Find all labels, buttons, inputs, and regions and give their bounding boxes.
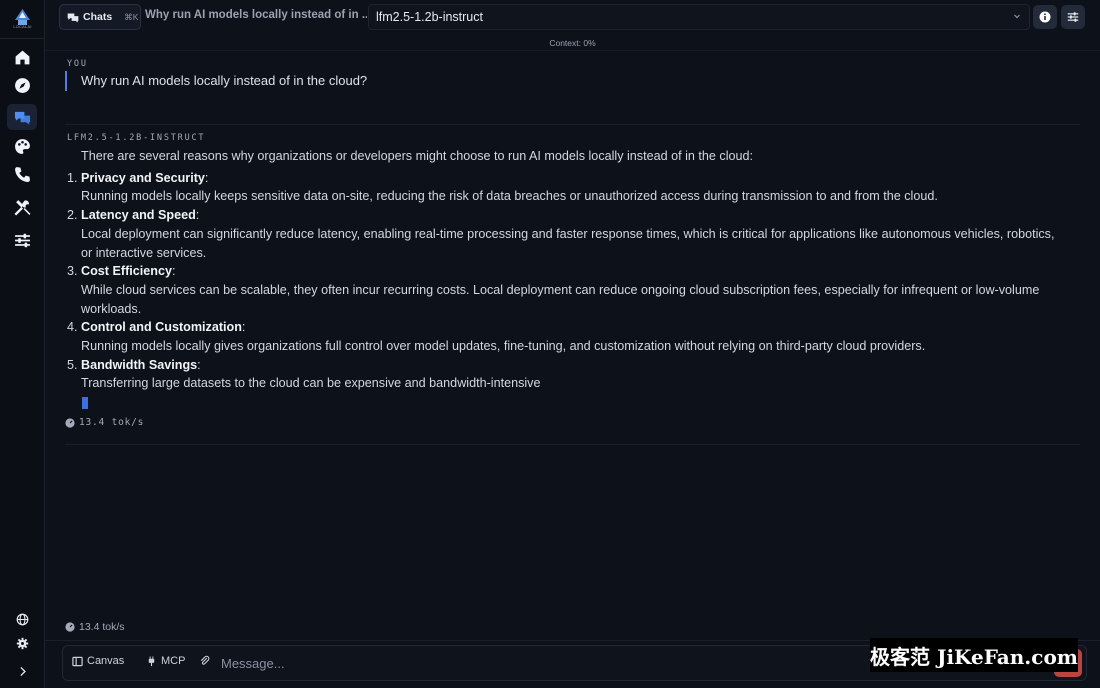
globe-icon (16, 613, 28, 625)
sidebar-item-home[interactable] (7, 44, 37, 70)
user-message-accent (65, 71, 67, 91)
list-item: 3. Cost Efficiency: While cloud services… (67, 262, 1067, 318)
chat-bubbles-icon (14, 111, 30, 125)
list-item-body: Running models locally keeps sensitive d… (81, 189, 938, 204)
attach-button[interactable] (199, 655, 210, 666)
sidebar-globe-button[interactable] (14, 611, 30, 627)
sidebar: LOCALAI (0, 0, 45, 688)
sliders-icon (1067, 12, 1079, 22)
user-role-label: YOU (67, 59, 88, 69)
list-item: 2. Latency and Speed: Local deployment c… (67, 206, 1067, 262)
mcp-label: MCP (161, 655, 186, 667)
list-item-title: Bandwidth Savings (81, 357, 198, 372)
sidebar-expand-button[interactable] (14, 663, 30, 679)
paperclip-icon (200, 655, 210, 665)
speed-gauge-icon (65, 622, 75, 632)
message-divider (65, 124, 1080, 125)
list-item-body: While cloud services can be scalable, th… (81, 282, 1040, 316)
sidebar-item-settings[interactable] (7, 227, 37, 253)
canvas-label: Canvas (87, 655, 125, 667)
sidebar-item-tools[interactable] (7, 194, 37, 220)
sidebar-item-explore[interactable] (7, 72, 37, 98)
list-number: 2. (67, 208, 78, 223)
list-item: 1. Privacy and Security: Running models … (67, 169, 1067, 206)
model-select[interactable]: lfm2.5-1.2b-instruct (368, 4, 1030, 30)
assistant-role-label: LFM2.5-1.2B-INSTRUCT (67, 133, 206, 143)
compass-icon (14, 77, 30, 93)
canvas-icon (72, 656, 83, 666)
list-number: 5. (67, 357, 78, 372)
sidebar-divider (0, 38, 44, 39)
chats-button[interactable]: Chats ⌘K (59, 4, 141, 30)
chevron-right-icon (19, 666, 26, 676)
top-bar: Chats ⌘K Why run AI models locally inste… (45, 0, 1100, 36)
chat-bubbles-icon (67, 13, 79, 22)
list-number: 4. (67, 320, 78, 335)
chat-settings-button[interactable] (1061, 5, 1085, 29)
list-item-title: Cost Efficiency (81, 264, 172, 279)
list-item-title: Control and Customization (81, 320, 242, 335)
palette-icon (14, 138, 30, 154)
sliders-icon (14, 233, 30, 247)
home-icon (15, 50, 29, 64)
gear-icon (16, 637, 28, 649)
message-input[interactable] (221, 652, 861, 674)
chat-title: Why run AI models locally instead of in … (145, 9, 367, 21)
chats-label: Chats (83, 11, 113, 23)
list-number: 1. (67, 170, 78, 185)
list-item-body: Running models locally gives organizatio… (81, 339, 926, 354)
list-item-title: Privacy and Security (81, 170, 205, 185)
list-item-title: Latency and Speed (81, 208, 196, 223)
speed-gauge-icon (65, 417, 75, 428)
info-button[interactable] (1033, 5, 1057, 29)
streaming-cursor (82, 397, 88, 409)
user-message: Why run AI models locally instead of in … (81, 73, 368, 88)
sidebar-item-chats[interactable] (7, 104, 37, 130)
list-item-body: Transferring large datasets to the cloud… (81, 376, 541, 391)
sidebar-gear-button[interactable] (14, 635, 30, 651)
message-speed-value: 13.4 tok/s (79, 417, 145, 428)
context-indicator: Context: 0% (549, 38, 596, 48)
canvas-button[interactable]: Canvas (72, 655, 124, 667)
footer-speed-value: 13.4 tok/s (79, 621, 125, 633)
assistant-intro: There are several reasons why organizati… (81, 149, 754, 163)
list-item: 4. Control and Customization: Running mo… (67, 318, 1067, 355)
plug-icon (148, 655, 155, 666)
sidebar-item-themes[interactable] (7, 133, 37, 159)
reasons-list: 1. Privacy and Security: Running models … (67, 169, 1067, 393)
phone-icon (14, 166, 30, 182)
chevron-down-icon (1014, 14, 1020, 19)
header-divider (45, 50, 1100, 51)
message-speed: 13.4 tok/s (65, 417, 144, 428)
list-item: 5. Bandwidth Savings: Transferring large… (67, 356, 1067, 393)
info-icon (1039, 11, 1051, 23)
sidebar-item-calls[interactable] (7, 161, 37, 187)
footer-speed: 13.4 tok/s (65, 621, 125, 633)
list-number: 3. (67, 264, 78, 279)
model-select-value: lfm2.5-1.2b-instruct (376, 10, 483, 24)
message-divider (65, 444, 1080, 445)
mcp-button[interactable]: MCP (146, 655, 185, 667)
list-item-body: Local deployment can significantly reduc… (81, 226, 1055, 260)
chats-shortcut: ⌘K (124, 11, 139, 22)
assistant-message: There are several reasons why organizati… (67, 147, 1067, 393)
watermark: 极客范 JiKeFan.com (870, 638, 1078, 672)
logo-text: LOCALAI (13, 24, 32, 29)
tools-icon (13, 199, 30, 216)
